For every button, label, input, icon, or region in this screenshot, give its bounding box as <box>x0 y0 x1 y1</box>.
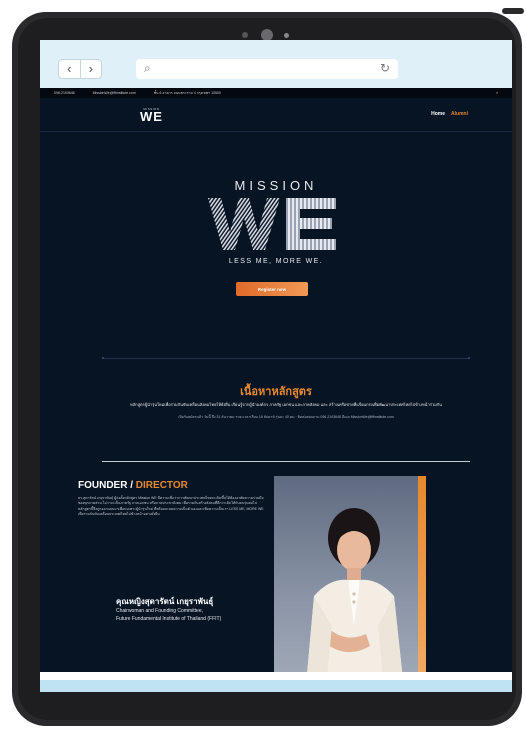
browser-bottom-strip <box>40 672 512 680</box>
nav-buttons: ‹ › <box>58 59 102 79</box>
browser-toolbar: ‹ › ⌕ ↻ <box>40 54 512 84</box>
divider-dot <box>468 357 470 359</box>
site-logo[interactable]: MISSION WE <box>140 107 163 123</box>
register-button[interactable]: Register now <box>236 282 308 296</box>
menu-icon[interactable]: ≡ <box>496 91 498 95</box>
phone-text: 096-2193648 <box>54 91 75 95</box>
chevron-right-icon[interactable]: › <box>81 60 102 78</box>
main-menu: Home Alumni <box>431 111 468 117</box>
menu-item-home[interactable]: Home <box>431 111 445 117</box>
course-description: หลักสูตรผู้นำรุ่นใหม่เพื่อร่วมกันขับเคลื… <box>130 402 442 407</box>
founder-role: Chairwoman and Founding Committee, <box>116 608 203 614</box>
sensor-icon <box>284 33 289 38</box>
founder-heading-sep: / <box>127 480 136 491</box>
divider-dot <box>102 357 104 359</box>
founder-bio-paragraph: หลักสูตรนี้จึงถูกออกแบบมาเพื่อบ่มเพาะผู้… <box>78 507 264 516</box>
url-bar[interactable]: ⌕ ↻ <box>136 59 398 79</box>
reload-icon[interactable]: ↻ <box>380 61 390 75</box>
site-header: MISSION WE Home Alumni <box>40 98 512 132</box>
founder-photo <box>274 476 426 692</box>
menu-item-alumni[interactable]: Alumni <box>451 111 468 117</box>
founder-organization: Future Fundamental Institute of Thailand… <box>116 616 222 622</box>
founder-heading-b: DIRECTOR <box>135 480 188 491</box>
founder-heading: FOUNDER / DIRECTOR <box>78 480 188 491</box>
hero-section: MISSION LESS ME, MORE WE. Register now <box>40 132 512 358</box>
address-text: ชั้น 6 อาคาร ถนนพระราม 4 กรุงเทพฯ 10500 <box>153 91 221 95</box>
hero-mission-text: MISSION <box>234 178 318 193</box>
photo-accent-bar <box>418 476 426 692</box>
course-content-section: เนื้อหาหลักสูตร หลักสูตรผู้นำรุ่นใหม่เพื… <box>40 357 512 470</box>
sensor-icon <box>242 32 248 38</box>
founder-bio-paragraph: ดร.สุดารัตน์ เกยุราพันธุ์ ผู้ก่อตั้งหลัก… <box>78 496 264 505</box>
tablet-screen: ‹ › ⌕ ↻ 096-2193648 MissionWe@fftinstitu… <box>40 40 512 692</box>
founder-heading-a: FOUNDER <box>78 480 128 491</box>
founder-section: FOUNDER / DIRECTOR ดร.สุดารัตน์ เกยุราพั… <box>40 470 512 692</box>
founder-bio: ดร.สุดารัตน์ เกยุราพันธุ์ ผู้ก่อตั้งหลัก… <box>78 496 264 517</box>
contact-topbar: 096-2193648 MissionWe@fftinstitute.com ช… <box>40 88 512 98</box>
section-title: เนื้อหาหลักสูตร <box>240 386 312 398</box>
course-info: เปิดรับสมัครแล้ว วันนี้ ถึง 31 ธันวาคม ร… <box>178 415 394 419</box>
website: 096-2193648 MissionWe@fftinstitute.com ช… <box>40 88 512 692</box>
power-button <box>502 8 524 14</box>
divider <box>102 358 470 359</box>
search-icon: ⌕ <box>144 61 151 75</box>
divider <box>102 461 470 462</box>
portrait-illustration <box>305 508 405 692</box>
logo-big-text: WE <box>140 109 163 124</box>
we-logo-mark <box>208 198 336 250</box>
founder-name: คุณหญิงสุดารัตน์ เกยุราพันธุ์ <box>116 597 214 606</box>
chevron-left-icon[interactable]: ‹ <box>59 60 81 78</box>
hero-slogan: LESS ME, MORE WE. <box>228 258 324 265</box>
browser-bottom-bar <box>40 680 512 692</box>
email-link[interactable]: MissionWe@fftinstitute.com <box>93 91 136 95</box>
